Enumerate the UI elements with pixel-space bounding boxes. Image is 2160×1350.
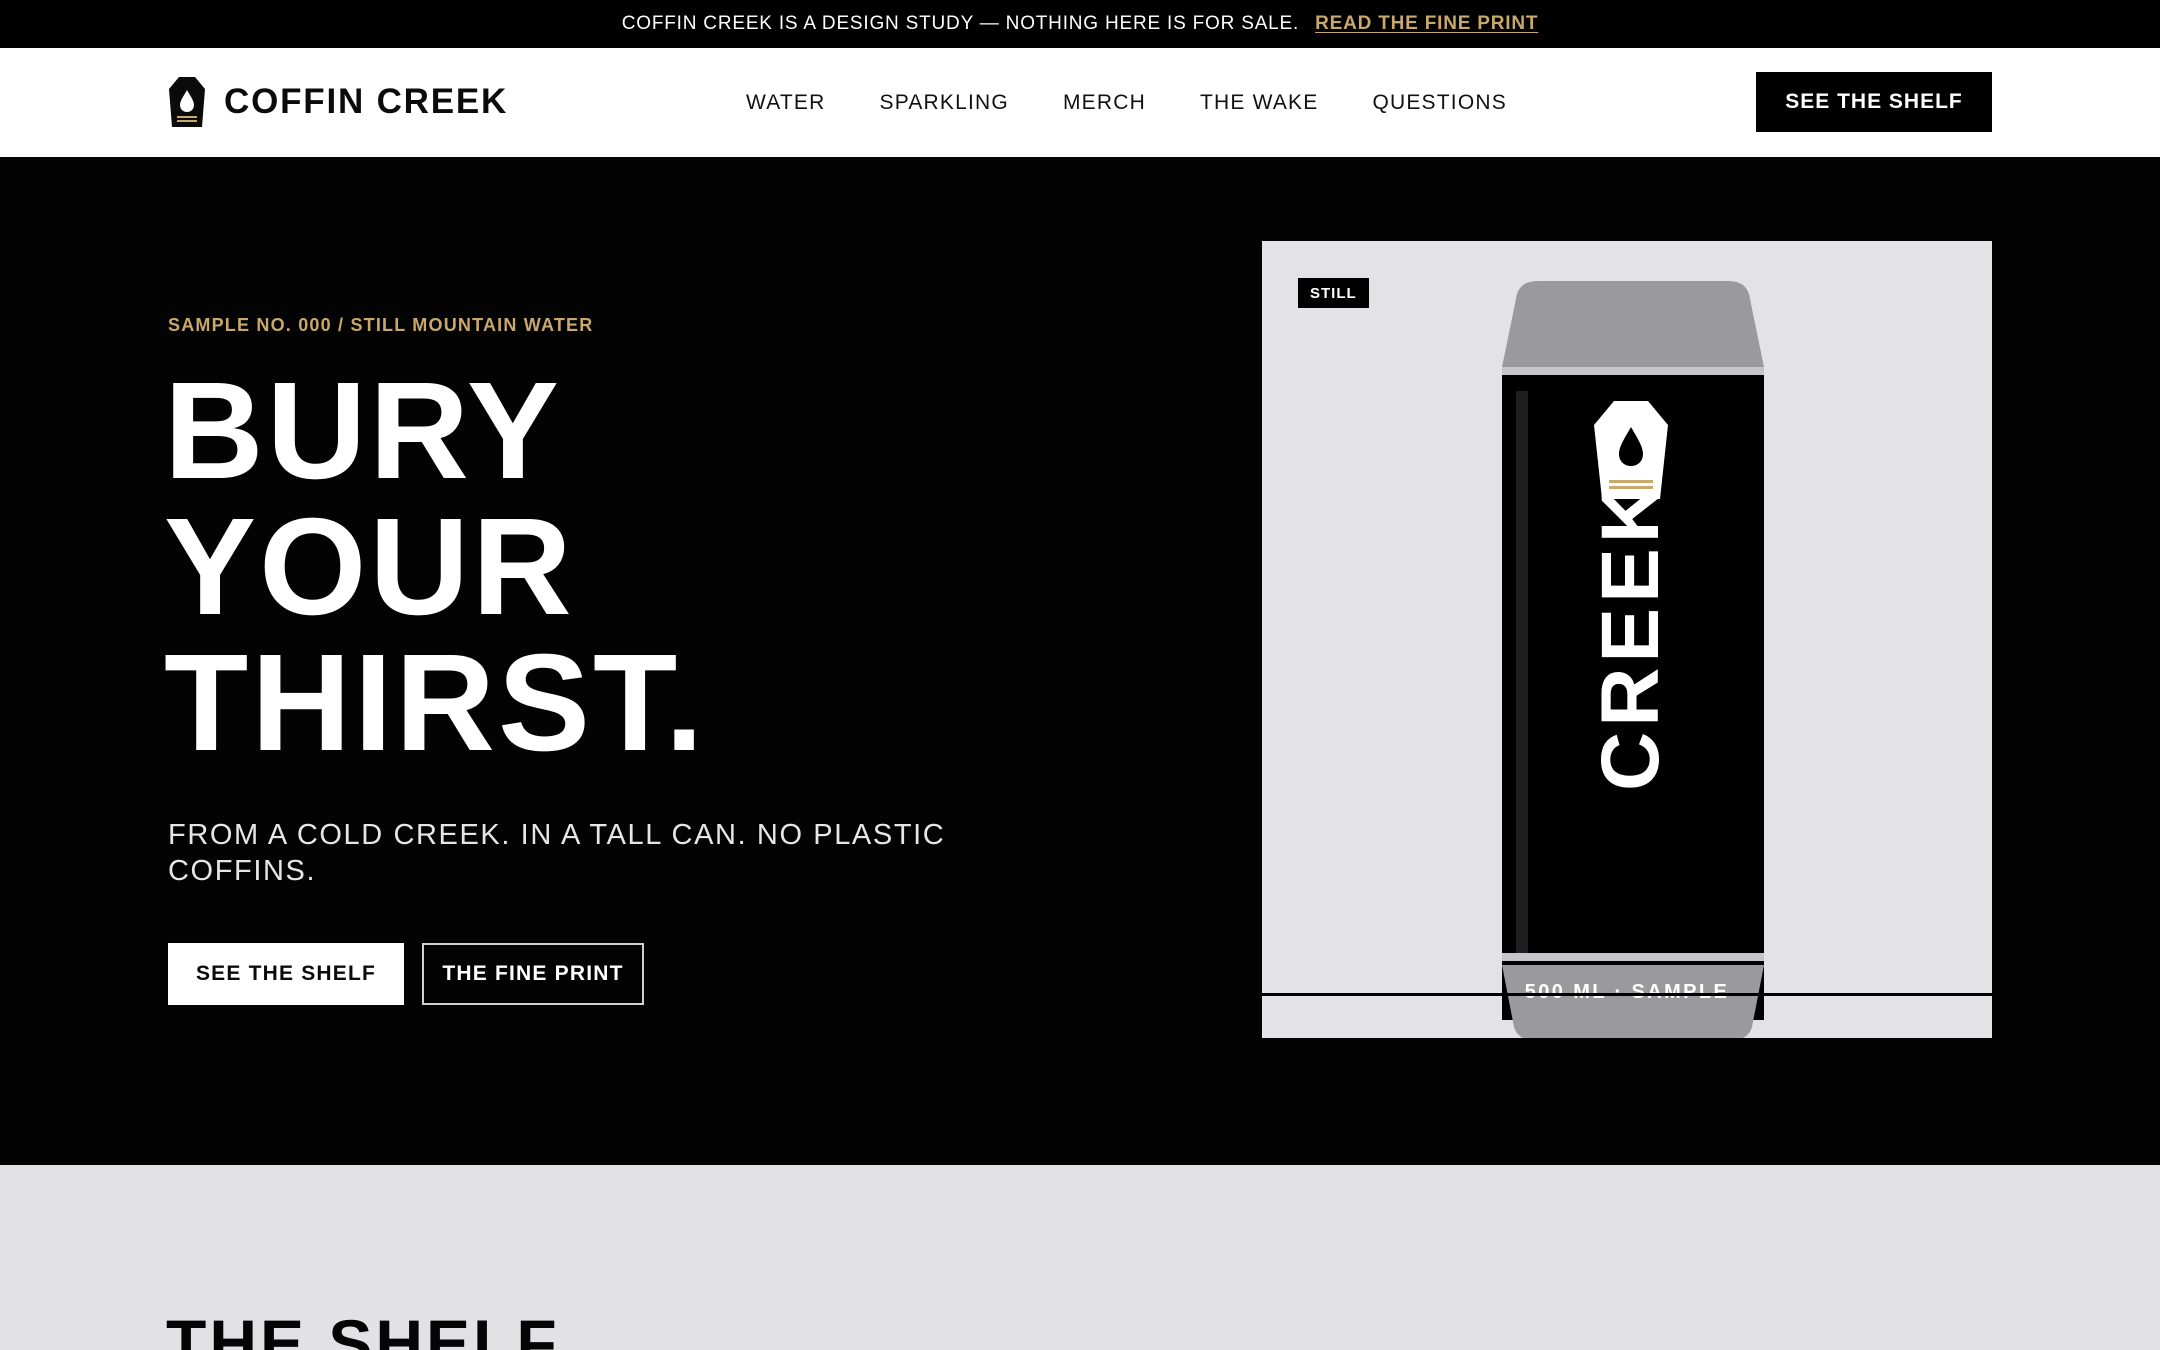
main-nav: WATER SPARKLING MERCH THE WAKE QUESTIONS [746,48,1507,157]
coffin-drop-icon [169,77,205,127]
nav-item-water[interactable]: WATER [746,91,826,115]
brand-name: COFFIN CREEK [224,82,509,121]
nav-item-questions[interactable]: QUESTIONS [1372,91,1506,115]
hero-see-the-shelf-button[interactable]: SEE THE SHELF [168,943,404,1005]
nav-item-merch[interactable]: MERCH [1063,91,1146,115]
see-the-shelf-button[interactable]: SEE THE SHELF [1756,72,1992,132]
announcement-bar: COFFIN CREEK IS A DESIGN STUDY — NOTHING… [0,0,2160,48]
still-badge: STILL [1298,278,1369,308]
card-shelf-line [1262,993,1992,996]
headline-line: THIRST. [164,626,707,780]
can-wordmark: CREEK [1585,478,1676,792]
brand-logo[interactable]: COFFIN CREEK [168,76,508,128]
announcement-text: COFFIN CREEK IS A DESIGN STUDY — NOTHING… [621,13,1300,34]
fine-print-link[interactable]: READ THE FINE PRINT [1315,13,1538,35]
headline-line: YOUR [164,490,575,644]
hero-subhead: FROM A COLD CREEK. IN A TALL CAN. NO PLA… [168,819,946,887]
nav-item-the-wake[interactable]: THE WAKE [1200,91,1319,115]
hero-eyebrow: SAMPLE NO. 000 / STILL MOUNTAIN WATER [168,315,594,335]
shelf-title: THE SHELF [166,1306,560,1350]
shelf-section: THE SHELF [0,1165,2160,1350]
hero-fine-print-button[interactable]: THE FINE PRINT [422,943,644,1005]
nav-item-sparkling[interactable]: SPARKLING [880,91,1009,115]
product-card[interactable]: CREEK 500 ML · SAMPLE STILL [1262,241,1992,1038]
headline-line: BURY [164,354,562,508]
hero-headline: BURY YOUR THIRST. [164,354,707,780]
hero-section: SAMPLE NO. 000 / STILL MOUNTAIN WATER BU… [0,157,2160,1165]
site-header: COFFIN CREEK WATER SPARKLING MERCH THE W… [0,48,2160,157]
